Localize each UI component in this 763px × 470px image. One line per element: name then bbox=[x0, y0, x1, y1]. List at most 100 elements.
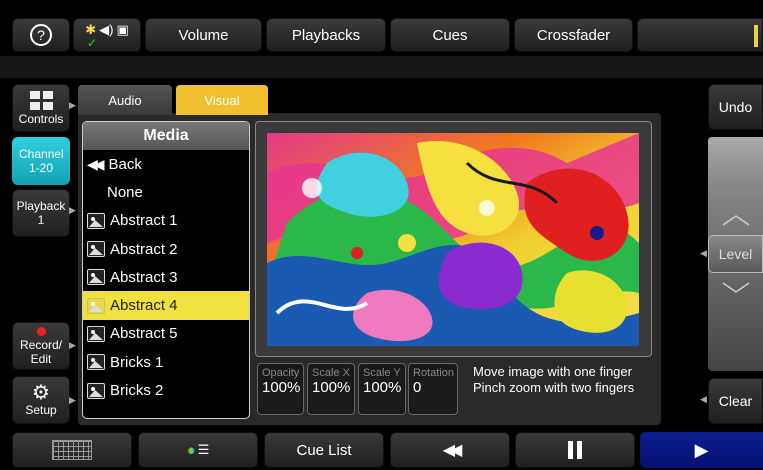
rotation-param[interactable]: Rotation 0 bbox=[408, 363, 458, 415]
image-preview-frame[interactable] bbox=[255, 121, 652, 357]
chevron-up-icon bbox=[722, 215, 750, 226]
chevron-right-icon: ▶ bbox=[69, 340, 76, 350]
check-icon: ✓ bbox=[86, 36, 98, 50]
list-item-label: Abstract 4 bbox=[110, 297, 178, 315]
chevron-down-icon bbox=[722, 282, 750, 293]
media-back-label: Back bbox=[108, 155, 142, 173]
keypad-grid-icon bbox=[52, 440, 92, 460]
scale-y-label: Scale Y bbox=[363, 367, 401, 379]
help-circle-icon: ? bbox=[30, 24, 52, 46]
opacity-param[interactable]: Opacity 100% bbox=[257, 363, 304, 415]
media-none-item[interactable]: None bbox=[83, 178, 249, 206]
controls-label: Controls bbox=[18, 111, 64, 126]
record-edit-button[interactable]: Record/ Edit bbox=[12, 322, 70, 370]
controls-button[interactable]: Controls bbox=[12, 84, 70, 132]
pause-button[interactable] bbox=[515, 432, 635, 468]
undo-label: Undo bbox=[718, 99, 753, 115]
rewind-icon: ◀◀ bbox=[442, 442, 462, 459]
list-item-label: Abstract 3 bbox=[110, 268, 178, 286]
keypad-button[interactable] bbox=[12, 432, 132, 468]
graffiti-preview-image bbox=[267, 133, 639, 346]
color-palette-button[interactable]: ● ☰ bbox=[138, 432, 258, 468]
overflow-indicator bbox=[754, 25, 758, 47]
chevron-left-icon: ◀ bbox=[700, 248, 707, 258]
channel-button[interactable]: Channel 1-20 bbox=[12, 137, 70, 185]
clear-button[interactable]: Clear bbox=[708, 378, 763, 424]
scale-y-value: 100% bbox=[363, 379, 402, 396]
tab-audio-label: Audio bbox=[108, 92, 142, 108]
playback-label: Playback 1 bbox=[16, 199, 66, 227]
scale-x-value: 100% bbox=[312, 379, 351, 396]
status-indicators[interactable]: ✱ ◀) ▣ ✓ bbox=[73, 18, 141, 52]
media-back-item[interactable]: ◀◀ Back bbox=[83, 150, 249, 178]
list-item-label: Abstract 1 bbox=[110, 212, 178, 230]
rewind-icon: ◀◀ bbox=[87, 155, 104, 172]
image-icon: ▣ bbox=[116, 22, 129, 37]
gear-icon: ⚙ bbox=[32, 382, 50, 404]
tab-visual[interactable]: Visual bbox=[176, 85, 268, 115]
playback-button[interactable]: Playback 1 bbox=[12, 189, 70, 237]
color-drop-icon: ● bbox=[186, 441, 196, 459]
chevron-right-icon: ▶ bbox=[69, 100, 76, 110]
media-none-label: None bbox=[107, 183, 143, 201]
undo-button[interactable]: Undo bbox=[708, 84, 763, 130]
media-header: Media bbox=[83, 122, 249, 150]
tab-cues[interactable]: Cues bbox=[390, 18, 510, 52]
tab-playbacks[interactable]: Playbacks bbox=[266, 18, 386, 52]
chevron-right-icon: ▶ bbox=[69, 395, 76, 405]
image-icon bbox=[87, 354, 105, 371]
tab-audio[interactable]: Audio bbox=[78, 85, 172, 115]
gesture-hint: Move image with one finger Pinch zoom wi… bbox=[473, 364, 634, 396]
image-icon bbox=[87, 269, 105, 286]
list-item-label: Bricks 1 bbox=[110, 353, 164, 371]
chevron-right-icon: ▶ bbox=[69, 205, 76, 215]
speaker-icon: ◀) bbox=[99, 22, 114, 37]
tab-volume-label: Volume bbox=[178, 26, 229, 44]
rotation-value: 0 bbox=[413, 379, 422, 396]
rewind-button[interactable]: ◀◀ bbox=[390, 432, 510, 468]
setup-button[interactable]: ⚙ Setup bbox=[12, 376, 70, 424]
list-item[interactable]: Abstract 2 bbox=[83, 235, 249, 263]
hint-line-2: Pinch zoom with two fingers bbox=[473, 380, 635, 395]
play-go-button[interactable]: ▶ bbox=[640, 432, 763, 468]
list-item[interactable]: Abstract 5 bbox=[83, 320, 249, 348]
record-edit-label: Record/ Edit bbox=[19, 337, 63, 366]
media-title: Media bbox=[143, 127, 189, 144]
list-item[interactable]: Bricks 1 bbox=[83, 348, 249, 376]
list-item-selected[interactable]: Abstract 4 bbox=[83, 291, 249, 320]
cue-list-label: Cue List bbox=[296, 441, 352, 459]
pause-icon bbox=[568, 441, 582, 459]
rotation-label: Rotation bbox=[413, 367, 454, 379]
grid-icon bbox=[29, 90, 53, 110]
image-icon bbox=[87, 241, 105, 258]
clear-label: Clear bbox=[718, 393, 753, 409]
opacity-value: 100% bbox=[262, 379, 301, 396]
setup-label: Setup bbox=[25, 403, 57, 417]
record-dot-icon bbox=[36, 326, 46, 336]
cue-list-button[interactable]: Cue List bbox=[264, 432, 384, 468]
media-list: Media ◀◀ Back None Abstract 1 Abstract 2… bbox=[82, 121, 250, 419]
list-item-label: Bricks 2 bbox=[110, 382, 164, 400]
channel-label: Channel 1-20 bbox=[19, 147, 64, 175]
scale-y-param[interactable]: Scale Y 100% bbox=[358, 363, 406, 415]
list-item[interactable]: Abstract 1 bbox=[83, 207, 249, 235]
help-button[interactable]: ? bbox=[12, 18, 70, 52]
tab-cues-label: Cues bbox=[432, 26, 468, 44]
list-item[interactable]: Abstract 3 bbox=[83, 263, 249, 291]
tab-volume[interactable]: Volume bbox=[145, 18, 262, 52]
level-handle[interactable]: Level bbox=[708, 235, 763, 273]
level-label: Level bbox=[718, 246, 753, 262]
top-separator bbox=[0, 56, 763, 78]
svg-text:?: ? bbox=[37, 27, 45, 43]
image-icon bbox=[87, 382, 105, 399]
list-item-label: Abstract 5 bbox=[110, 325, 178, 343]
tab-playbacks-label: Playbacks bbox=[291, 26, 361, 44]
list-item[interactable]: Bricks 2 bbox=[83, 376, 249, 404]
tab-overflow[interactable] bbox=[637, 18, 763, 52]
list-lines-icon: ☰ bbox=[197, 442, 210, 457]
image-icon bbox=[87, 325, 105, 342]
scale-x-param[interactable]: Scale X 100% bbox=[307, 363, 355, 415]
hint-line-1: Move image with one finger bbox=[473, 364, 632, 379]
tab-crossfader[interactable]: Crossfader bbox=[514, 18, 633, 52]
list-item-label: Abstract 2 bbox=[110, 240, 178, 258]
